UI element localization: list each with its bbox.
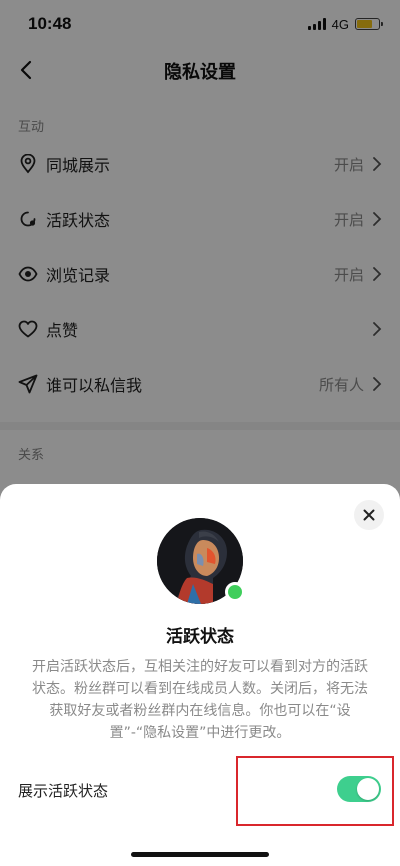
show-active-status-toggle[interactable] [337, 776, 381, 802]
active-status-sheet: 活跃状态 开启活跃状态后，互相关注的好友可以看到对方的活跃状态。粉丝群可以看到在… [0, 484, 400, 866]
close-button[interactable] [354, 500, 384, 530]
sheet-title: 活跃状态 [166, 627, 234, 647]
close-icon [363, 509, 375, 521]
toggle-knob [357, 778, 379, 800]
online-status-dot [225, 582, 245, 602]
home-indicator [131, 852, 269, 857]
avatar-wrapper [157, 518, 245, 604]
sheet-description: 开启活跃状态后，互相关注的好友可以看到对方的活跃状态。粉丝群可以看到在线成员人数… [32, 659, 368, 741]
